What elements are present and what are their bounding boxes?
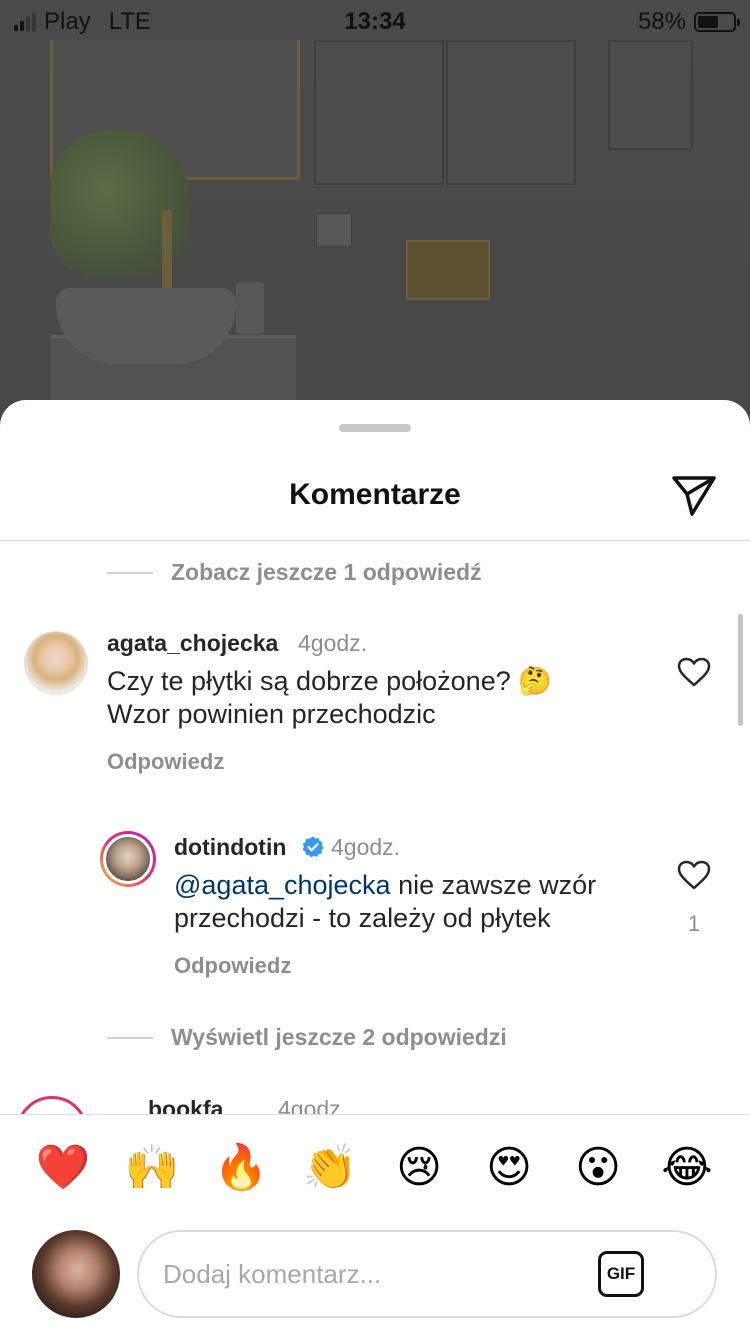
comment-time: 4godz. (298, 630, 368, 656)
quick-reactions: ❤️ 🙌 🔥 👏 😢 😍 😮 😂 (0, 1140, 750, 1200)
reply-username[interactable]: dotindotin (174, 834, 286, 861)
divider-line (107, 571, 153, 574)
my-avatar (32, 1230, 120, 1318)
paper-plane-icon (672, 476, 716, 516)
photo-basin (56, 288, 236, 364)
photo-switch (316, 213, 352, 247)
reply-button[interactable]: Odpowiedz (174, 953, 291, 979)
battery-tip (737, 19, 740, 26)
reaction-crying[interactable]: 😢 (391, 1140, 447, 1196)
reaction-surprised[interactable]: 😮 (570, 1140, 626, 1196)
divider-line (107, 1036, 153, 1039)
comment-username[interactable]: bookfa (148, 1096, 223, 1114)
comments-sheet: Komentarze Zobacz jeszcze 1 odpowiedź ag… (0, 400, 750, 1334)
reaction-heart-eyes[interactable]: 😍 (481, 1140, 537, 1196)
like-button[interactable] (677, 657, 711, 687)
heart-icon (677, 860, 711, 890)
photo-cabinet-right (446, 40, 576, 185)
post-photo (0, 40, 750, 420)
view-more-replies-label: Wyświetl jeszcze 2 odpowiedzi (171, 1024, 507, 1050)
share-button[interactable] (670, 472, 718, 518)
reply-button[interactable]: Odpowiedz (107, 749, 224, 775)
view-more-replies-bottom[interactable]: Wyświetl jeszcze 2 odpowiedzi (107, 1024, 507, 1051)
reaction-heart[interactable]: ❤️ (35, 1140, 91, 1196)
avatar-dotindotin[interactable] (100, 831, 156, 887)
gif-button[interactable]: GIF (598, 1251, 644, 1297)
photo-cabinet-left (314, 40, 444, 185)
reply-text: @agata_chojecka nie zawsze wzór przechod… (174, 869, 644, 935)
battery-icon (694, 12, 740, 32)
avatar-agata[interactable] (24, 631, 88, 695)
reaction-raised-hands[interactable]: 🙌 (124, 1140, 180, 1196)
status-right: 58% (637, 8, 740, 36)
sheet-title: Komentarze (289, 478, 461, 511)
verified-badge-icon (302, 836, 324, 858)
view-more-replies-label: Zobacz jeszcze 1 odpowiedź (171, 559, 482, 585)
sheet-grabber[interactable] (339, 424, 411, 432)
avatar-image (103, 834, 153, 884)
reaction-laughing[interactable]: 😂 (659, 1140, 715, 1196)
photo-flush-plate (406, 240, 490, 300)
photo-tap (162, 210, 172, 290)
like-count: 1 (687, 911, 701, 936)
comment-username[interactable]: agata_chojecka (107, 630, 278, 657)
like-button[interactable] (677, 860, 711, 890)
photo-bottle (236, 282, 264, 334)
reply-time: 4godz. (331, 834, 401, 860)
mention-link[interactable]: @agata_chojecka (174, 870, 391, 900)
comment-text: Czy te płytki są dobrze położone? 🤔 Wzor… (107, 666, 552, 729)
heart-icon (677, 657, 711, 687)
battery-percent: 58% (637, 8, 686, 35)
avatar-bookfa[interactable] (16, 1096, 88, 1114)
battery-fill (698, 16, 718, 28)
status-bar: Play LTE 13:34 58% (0, 0, 750, 40)
composer-divider (0, 1114, 750, 1115)
scrollbar[interactable] (738, 614, 743, 726)
view-more-replies-top[interactable]: Zobacz jeszcze 1 odpowiedź (107, 559, 482, 586)
comments-list[interactable]: Zobacz jeszcze 1 odpowiedź agata_chojeck… (0, 541, 750, 1114)
photo-frame (608, 40, 693, 150)
reaction-fire[interactable]: 🔥 (213, 1140, 269, 1196)
comment-time: 4godz. (278, 1096, 348, 1114)
reaction-clap[interactable]: 👏 (302, 1140, 358, 1196)
